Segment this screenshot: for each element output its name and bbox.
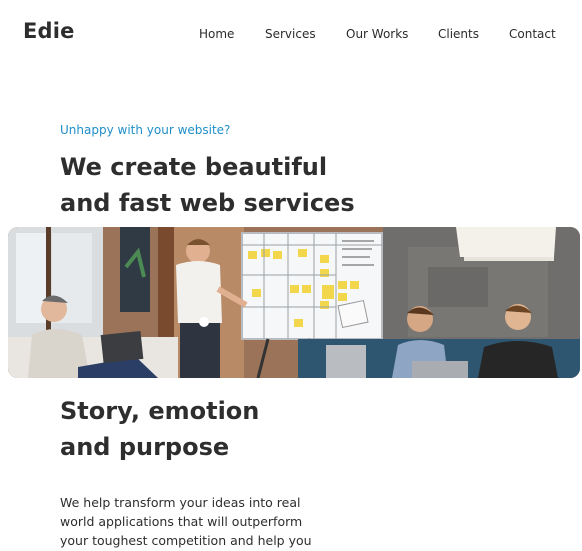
nav-contact[interactable]: Contact: [509, 27, 556, 41]
nav-home[interactable]: Home: [199, 27, 234, 41]
section-body: We help transform your ideas into real w…: [60, 493, 320, 550]
section-title-line1: Story, emotion: [60, 397, 260, 425]
nav-our-works[interactable]: Our Works: [346, 27, 408, 41]
nav-clients[interactable]: Clients: [438, 27, 479, 41]
hero-headline: We create beautiful and fast web service…: [60, 149, 380, 221]
section-body-line2: world applications that will outperform: [60, 514, 303, 529]
hero-eyebrow: Unhappy with your website?: [60, 123, 231, 137]
section-body-line1: We help transform your ideas into real: [60, 495, 301, 510]
hero-image: [8, 227, 580, 378]
section-title-line2: and purpose: [60, 433, 230, 461]
hero-headline-line1: We create beautiful: [60, 153, 328, 181]
main-nav: Home Services Our Works Clients Contact: [0, 27, 582, 45]
section-body-line3: your toughest competition and help you: [60, 533, 312, 548]
hero-headline-line2: and fast web services: [60, 189, 355, 217]
nav-services[interactable]: Services: [265, 27, 316, 41]
section-title: Story, emotion and purpose: [60, 393, 380, 465]
